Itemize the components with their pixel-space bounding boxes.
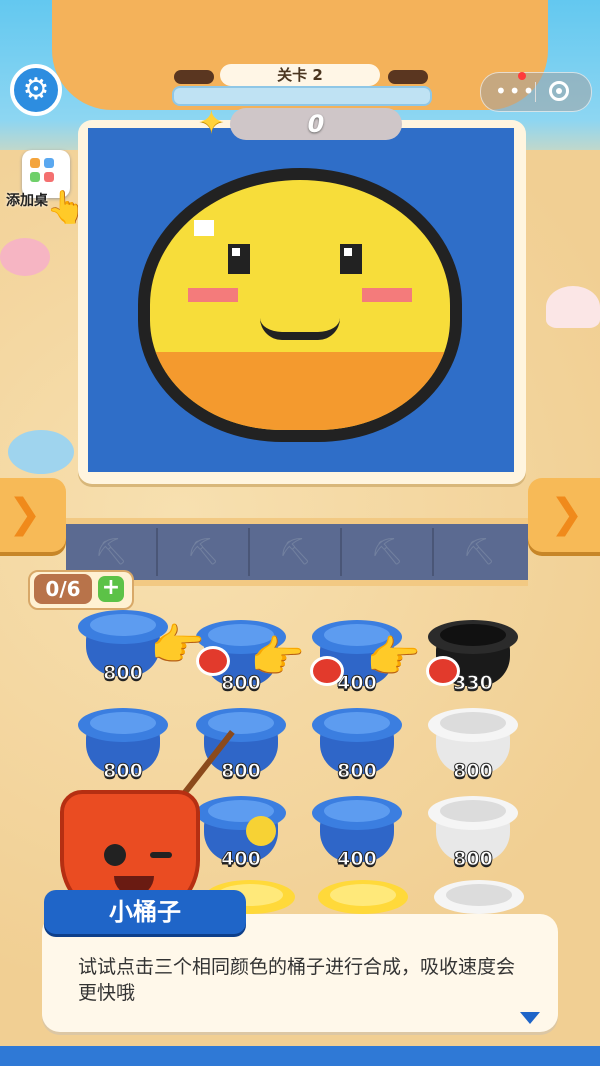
- bucket-label: 800: [337, 760, 378, 783]
- level-title: 关卡 2: [220, 64, 380, 86]
- bucket-opening: [90, 614, 156, 636]
- counter-value: 0/6: [34, 574, 92, 604]
- pointing-hand-icon: 👉: [250, 632, 305, 683]
- more-dots-icon[interactable]: •••: [495, 79, 536, 103]
- score-pill: 0: [230, 108, 402, 140]
- bucket-label: 800: [453, 848, 494, 871]
- red-plug-icon: [196, 646, 230, 676]
- target-circle-icon[interactable]: [549, 81, 569, 101]
- scroll-left-button[interactable]: ❯: [0, 478, 66, 552]
- cat-eye-right: [388, 70, 428, 84]
- eye-highlight: [344, 248, 352, 256]
- bucket[interactable]: 800: [428, 708, 518, 786]
- smiley-face-pixel-art: [150, 180, 450, 430]
- eye-highlight: [232, 248, 240, 256]
- app-tile-icon: [30, 158, 40, 168]
- settings-button[interactable]: ⚙: [10, 64, 62, 116]
- shovel-icon: ⛏: [94, 537, 128, 567]
- face-eye-right: [340, 244, 362, 274]
- bucket[interactable]: 800: [196, 708, 286, 786]
- shovel-conveyor: ⛏ ⛏ ⛏ ⛏ ⛏: [66, 518, 528, 586]
- shell-white: [546, 286, 600, 328]
- face-cheek-right: [362, 288, 412, 302]
- speaker-name: 小桶子: [44, 890, 246, 934]
- bucket[interactable]: 800: [312, 708, 402, 786]
- chevron-right-icon: ❯: [550, 491, 584, 537]
- shovel-icon: ⛏: [462, 537, 496, 567]
- face-orange-bottom: [150, 352, 450, 430]
- shovel-icon: ⛏: [278, 537, 312, 567]
- shell-blue: [8, 430, 74, 474]
- shovel-icon: ⛏: [186, 537, 220, 567]
- bucket-counter: 0/6 +: [28, 570, 134, 610]
- bucket-opening: [440, 624, 506, 646]
- bucket-lid: [90, 712, 156, 734]
- app-tile-icon: [44, 158, 54, 168]
- bucket-label: 400: [337, 848, 378, 871]
- star-icon: ✦: [198, 103, 225, 141]
- shovel-icon: ⛏: [370, 537, 404, 567]
- shovel-slot[interactable]: ⛏: [250, 528, 342, 576]
- notification-dot: [518, 72, 526, 80]
- bucket-label: 800: [103, 760, 144, 783]
- mascot-eye-left: [104, 844, 126, 866]
- face-cheek-left: [188, 288, 238, 302]
- gear-icon: ⚙: [22, 72, 50, 107]
- face-eye-left: [228, 244, 250, 274]
- bucket[interactable]: 400: [312, 796, 402, 874]
- mini-program-capsule: •••: [480, 72, 592, 112]
- bucket-lid: [324, 712, 390, 734]
- add-slot-button[interactable]: +: [98, 576, 124, 602]
- bucket-lid: [208, 712, 274, 734]
- add-to-desktop-label: 添加桌: [6, 193, 48, 209]
- face-mouth: [260, 318, 340, 340]
- bucket-lid: [330, 884, 396, 906]
- bucket-lid: [324, 800, 390, 822]
- continue-arrow-icon[interactable]: [520, 1012, 540, 1024]
- bucket-lid: [440, 800, 506, 822]
- chevron-left-icon: ❯: [8, 491, 42, 537]
- bucket-label: 800: [453, 760, 494, 783]
- bucket[interactable]: 800: [78, 708, 168, 786]
- bottom-strip: [0, 1046, 600, 1066]
- app-tile-icon: [30, 172, 40, 182]
- dialog-text: 试试点击三个相同颜色的桶子进行合成，吸收速度会更快哦: [78, 956, 516, 1004]
- bucket[interactable]: 800: [428, 796, 518, 874]
- score-value: 0: [307, 110, 325, 138]
- shell-pink: [0, 238, 50, 276]
- bucket-lid: [440, 712, 506, 734]
- shovel-slot[interactable]: ⛏: [66, 528, 158, 576]
- face-shine: [194, 220, 214, 236]
- shovel-slot[interactable]: ⛏: [158, 528, 250, 576]
- mascot-eye-wink: [150, 852, 172, 858]
- capsule-divider: [535, 82, 536, 102]
- bucket-lid: [446, 884, 512, 906]
- cat-eye-left: [174, 70, 214, 84]
- mascot-hand: [246, 816, 276, 846]
- scroll-right-button[interactable]: ❯: [528, 478, 600, 552]
- red-plug-icon: [310, 656, 344, 686]
- shovel-slot[interactable]: ⛏: [434, 528, 524, 576]
- red-plug-icon: [426, 656, 460, 686]
- shovel-slot[interactable]: ⛏: [342, 528, 434, 576]
- app-tile-icon: [44, 172, 54, 182]
- pointing-hand-icon: 👉: [366, 632, 421, 683]
